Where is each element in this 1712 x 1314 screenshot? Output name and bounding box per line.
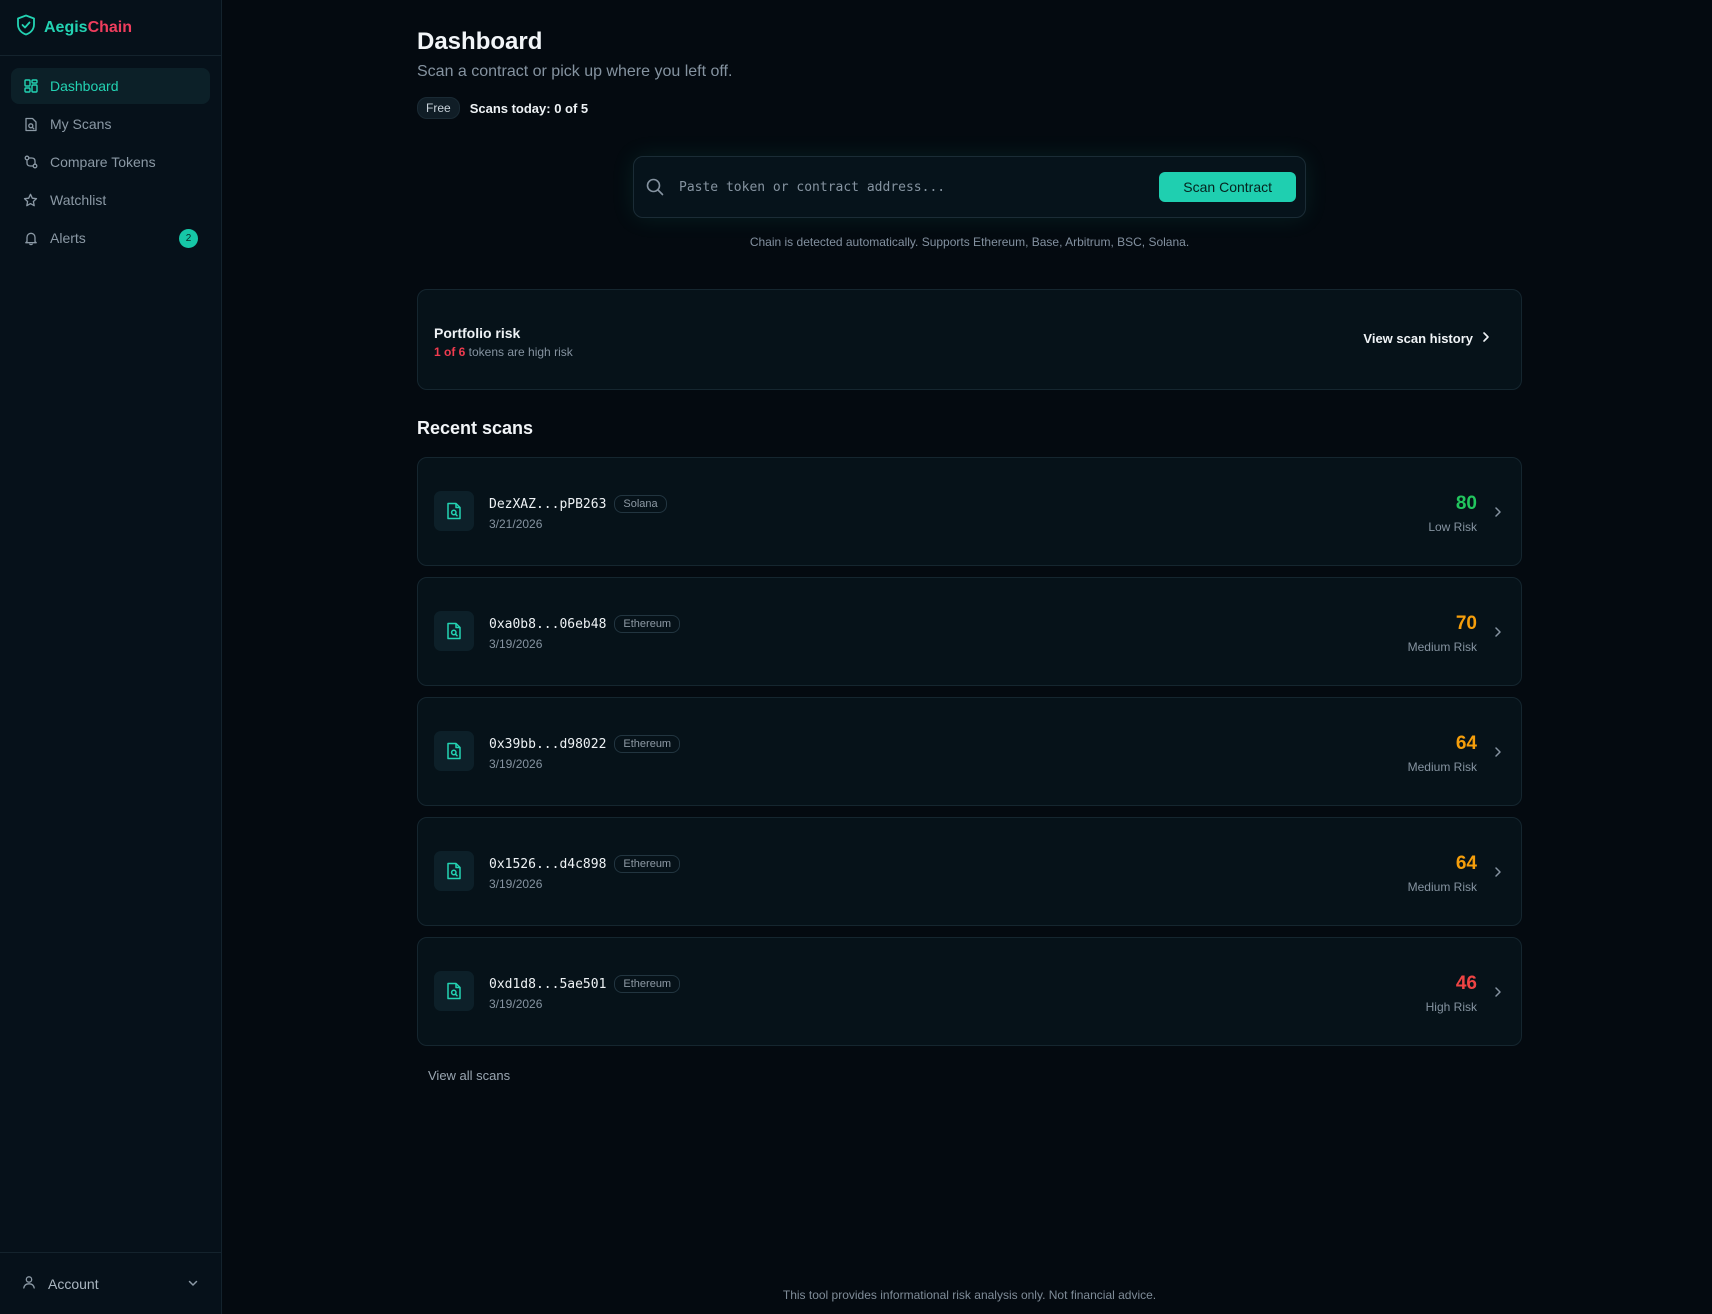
scan-row[interactable]: DezXAZ...pPB263 Solana 3/21/2026 80 Low … — [417, 457, 1522, 566]
user-icon — [22, 1275, 36, 1292]
scan-address-row: DezXAZ...pPB263 Solana — [489, 495, 667, 513]
sidebar-item-compare-tokens[interactable]: Compare Tokens — [11, 144, 210, 180]
brand-part-aegis: Aegis — [44, 18, 88, 36]
risk-level: Medium Risk — [1407, 880, 1477, 894]
file-search-icon — [434, 611, 474, 651]
page-subtitle: Scan a contract or pick up where you lef… — [417, 63, 733, 80]
star-icon — [23, 193, 38, 208]
chevron-down-icon — [187, 1276, 199, 1292]
file-search-icon — [434, 971, 474, 1011]
high-risk-text: tokens are high risk — [465, 345, 573, 359]
sidebar-item-label: My Scans — [50, 116, 112, 132]
plan-row: Free Scans today: 0 of 5 — [417, 97, 588, 119]
sidebar-item-dashboard[interactable]: Dashboard — [11, 68, 210, 104]
search-icon — [645, 177, 665, 197]
scan-date: 3/21/2026 — [489, 517, 543, 531]
portfolio-risk-card: Portfolio risk 1 of 6 tokens are high ri… — [417, 289, 1522, 390]
contract-address-input[interactable] — [679, 179, 1160, 195]
portfolio-risk-summary: 1 of 6 tokens are high risk — [434, 345, 573, 359]
recent-scans-title: Recent scans — [417, 418, 534, 438]
scan-row[interactable]: 0x39bb...d98022 Ethereum 3/19/2026 64 Me… — [417, 697, 1522, 806]
compare-icon — [23, 155, 38, 170]
chevron-right-icon — [1491, 745, 1505, 759]
scan-date: 3/19/2026 — [489, 637, 543, 651]
shield-icon — [16, 14, 36, 41]
chain-support-note: Chain is detected automatically. Support… — [749, 235, 1190, 249]
scan-date: 3/19/2026 — [489, 877, 543, 891]
scan-address-row: 0xd1d8...5ae501 Ethereum — [489, 975, 681, 993]
grid-icon — [23, 79, 38, 94]
scan-row[interactable]: 0x1526...d4c898 Ethereum 3/19/2026 64 Me… — [417, 817, 1522, 926]
portfolio-risk-title: Portfolio risk — [434, 325, 521, 341]
brand-name: AegisChain — [44, 19, 132, 37]
contract-address: 0x39bb...d98022 — [489, 736, 607, 752]
scan-row[interactable]: 0xa0b8...06eb48 Ethereum 3/19/2026 70 Me… — [417, 577, 1522, 686]
chain-badge: Ethereum — [614, 855, 681, 873]
chevron-right-icon — [1491, 985, 1505, 999]
file-search-icon — [434, 731, 474, 771]
plan-badge: Free — [417, 97, 460, 119]
scan-row[interactable]: 0xd1d8...5ae501 Ethereum 3/19/2026 46 Hi… — [417, 937, 1522, 1046]
file-search-icon — [434, 851, 474, 891]
chevron-right-icon — [1491, 625, 1505, 639]
chevron-right-icon — [1491, 505, 1505, 519]
risk-level: Low Risk — [1428, 520, 1477, 534]
scans-today-count: Scans today: 0 of 5 — [469, 100, 589, 116]
risk-score: 46 — [1455, 973, 1477, 994]
brand-logo[interactable]: AegisChain — [0, 0, 221, 56]
sidebar-item-my-scans[interactable]: My Scans — [11, 106, 210, 142]
alerts-count-badge: 2 — [179, 229, 198, 248]
scan-address-row: 0x39bb...d98022 Ethereum — [489, 735, 681, 753]
account-menu[interactable]: Account — [0, 1252, 221, 1314]
scan-date: 3/19/2026 — [489, 757, 543, 771]
chain-badge: Ethereum — [614, 735, 681, 753]
search-bar: Scan Contract — [633, 156, 1306, 218]
risk-score: 80 — [1455, 493, 1477, 514]
high-risk-count: 1 of 6 — [434, 345, 466, 359]
brand-part-chain: Chain — [87, 18, 133, 36]
chevron-right-icon — [1481, 331, 1491, 346]
risk-score: 64 — [1455, 733, 1477, 754]
risk-score: 64 — [1455, 853, 1477, 874]
contract-address: 0xa0b8...06eb48 — [489, 616, 607, 632]
file-search-icon — [23, 117, 38, 132]
scan-address-row: 0xa0b8...06eb48 Ethereum — [489, 615, 681, 633]
chain-badge: Ethereum — [614, 975, 681, 993]
risk-score: 70 — [1455, 613, 1477, 634]
scan-contract-button[interactable]: Scan Contract — [1159, 172, 1296, 202]
sidebar-item-label: Dashboard — [50, 78, 119, 94]
chain-badge: Ethereum — [614, 615, 681, 633]
risk-level: Medium Risk — [1407, 640, 1477, 654]
sidebar-item-label: Compare Tokens — [50, 154, 156, 170]
sidebar-item-label: Alerts — [50, 230, 86, 246]
page-title: Dashboard — [417, 28, 543, 55]
file-search-icon — [434, 491, 474, 531]
sidebar-item-label: Watchlist — [50, 192, 107, 208]
risk-level: High Risk — [1425, 1000, 1477, 1014]
chain-badge: Solana — [614, 495, 667, 513]
view-scan-history-label: View scan history — [1363, 331, 1473, 346]
contract-address: DezXAZ...pPB263 — [489, 496, 607, 512]
account-label: Account — [48, 1275, 99, 1292]
disclaimer-note: This tool provides informational risk an… — [782, 1288, 1157, 1302]
recent-scans-list: DezXAZ...pPB263 Solana 3/21/2026 80 Low … — [417, 457, 1522, 1057]
chevron-right-icon — [1491, 865, 1505, 879]
view-scan-history-link[interactable]: View scan history — [1363, 331, 1491, 346]
contract-address: 0xd1d8...5ae501 — [489, 976, 607, 992]
main-content: Dashboard Scan a contract or pick up whe… — [417, 0, 1522, 1314]
view-all-scans-link[interactable]: View all scans — [428, 1068, 510, 1083]
sidebar: AegisChain Dashboard My Scans Compare To… — [0, 0, 222, 1314]
sidebar-nav: Dashboard My Scans Compare Tokens Watchl… — [0, 56, 221, 270]
scan-date: 3/19/2026 — [489, 997, 543, 1011]
contract-address: 0x1526...d4c898 — [489, 856, 607, 872]
risk-level: Medium Risk — [1407, 760, 1477, 774]
bell-icon — [23, 231, 38, 246]
sidebar-item-watchlist[interactable]: Watchlist — [11, 182, 210, 218]
sidebar-item-alerts[interactable]: Alerts 2 — [11, 220, 210, 256]
scan-address-row: 0x1526...d4c898 Ethereum — [489, 855, 681, 873]
